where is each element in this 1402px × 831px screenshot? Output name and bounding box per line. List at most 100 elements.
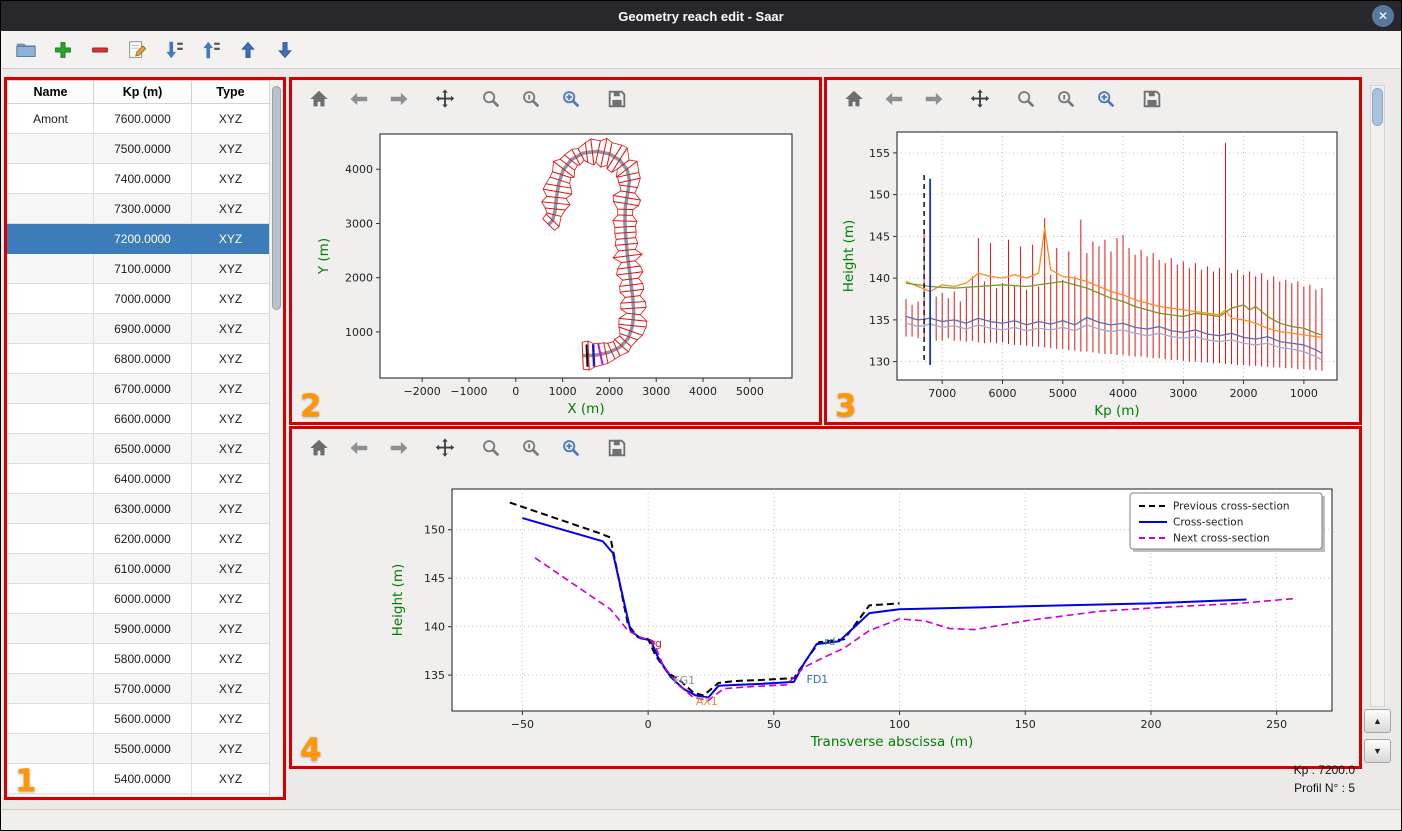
- column-header[interactable]: Type: [191, 80, 270, 104]
- table-cell[interactable]: XYZ: [191, 313, 270, 344]
- table-cell[interactable]: [7, 433, 94, 464]
- table-cell[interactable]: 5300.0000: [93, 793, 192, 797]
- table-cell[interactable]: 5900.0000: [93, 613, 192, 644]
- table-cell[interactable]: 7200.0000: [93, 223, 192, 254]
- remove-cross-section-button[interactable]: [87, 37, 113, 63]
- table-cell[interactable]: XYZ: [191, 433, 270, 464]
- home-button[interactable]: [306, 435, 332, 461]
- table-row[interactable]: 5700.0000 XYZ: [7, 673, 270, 704]
- table-cell[interactable]: XYZ: [191, 673, 270, 704]
- table-cell[interactable]: 7500.0000: [93, 133, 192, 164]
- longitudinal-profile-chart[interactable]: 7000 6000 5000 4000 3000 2000 1000 130 135 140 145…: [827, 118, 1359, 418]
- table-cell[interactable]: 7600.0000: [93, 103, 192, 134]
- table-cell[interactable]: [7, 463, 94, 494]
- pan-button[interactable]: [432, 435, 458, 461]
- table-cell[interactable]: 6300.0000: [93, 493, 192, 524]
- table-cell[interactable]: [7, 343, 94, 374]
- table-row[interactable]: 6300.0000 XYZ: [7, 493, 270, 524]
- back-button[interactable]: [346, 435, 372, 461]
- move-up-button[interactable]: [235, 37, 261, 63]
- table-cell[interactable]: [7, 163, 94, 194]
- save-button[interactable]: [604, 435, 630, 461]
- sort-ascending-button[interactable]: [161, 37, 187, 63]
- table-cell[interactable]: 7400.0000: [93, 163, 192, 194]
- table-row[interactable]: 6800.0000 XYZ: [7, 343, 270, 374]
- close-button[interactable]: ✕: [1372, 5, 1394, 27]
- pan-button[interactable]: [432, 86, 458, 112]
- table-cell[interactable]: [7, 253, 94, 284]
- table-cell[interactable]: [7, 373, 94, 404]
- zoom-original-button[interactable]: [518, 86, 544, 112]
- table-row[interactable]: 6900.0000 XYZ: [7, 313, 270, 344]
- forward-button[interactable]: [386, 435, 412, 461]
- table-cell[interactable]: 6500.0000: [93, 433, 192, 464]
- forward-button[interactable]: [921, 86, 947, 112]
- table-row[interactable]: 5800.0000 XYZ: [7, 643, 270, 674]
- table-row[interactable]: 5600.0000 XYZ: [7, 703, 270, 734]
- plan-view-chart[interactable]: −2000 −1000 0 1000 2000 3000 4000 5000 1000 2000 3…: [292, 118, 819, 418]
- forward-button[interactable]: [386, 86, 412, 112]
- table-cell[interactable]: 6400.0000: [93, 463, 192, 494]
- table-cell[interactable]: 5800.0000: [93, 643, 192, 674]
- table-cell[interactable]: XYZ: [191, 793, 270, 797]
- table-cell[interactable]: XYZ: [191, 253, 270, 284]
- table-row[interactable]: 7100.0000 XYZ: [7, 253, 270, 284]
- table-cell[interactable]: XYZ: [191, 733, 270, 764]
- table-cell[interactable]: XYZ: [191, 583, 270, 614]
- table-row[interactable]: 6200.0000 XYZ: [7, 523, 270, 554]
- back-button[interactable]: [346, 86, 372, 112]
- table-cell[interactable]: [7, 223, 94, 254]
- zoom-region-button[interactable]: [1093, 86, 1119, 112]
- table-row[interactable]: 7000.0000 XYZ: [7, 283, 270, 314]
- table-cell[interactable]: [7, 733, 94, 764]
- table-row[interactable]: 6600.0000 XYZ: [7, 403, 270, 434]
- table-row[interactable]: 7200.0000 XYZ: [7, 223, 270, 254]
- table-row[interactable]: 5900.0000 XYZ: [7, 613, 270, 644]
- table-cell[interactable]: [7, 523, 94, 554]
- table-cell[interactable]: [7, 313, 94, 344]
- table-cell[interactable]: [7, 283, 94, 314]
- profile-down-button[interactable]: ▼: [1364, 739, 1391, 763]
- zoom-original-button[interactable]: [1053, 86, 1079, 112]
- table-cell[interactable]: XYZ: [191, 223, 270, 254]
- table-row[interactable]: 6400.0000 XYZ: [7, 463, 270, 494]
- add-cross-section-button[interactable]: [50, 37, 76, 63]
- table-cell[interactable]: XYZ: [191, 133, 270, 164]
- vertical-scrollbar-thumb[interactable]: [1372, 88, 1383, 126]
- table-row[interactable]: 5400.0000 XYZ: [7, 763, 270, 794]
- table-cell[interactable]: 7100.0000: [93, 253, 192, 284]
- table-cell[interactable]: XYZ: [191, 553, 270, 584]
- table-scrollbar[interactable]: [269, 80, 283, 797]
- table-cell[interactable]: XYZ: [191, 523, 270, 554]
- table-row[interactable]: 6500.0000 XYZ: [7, 433, 270, 464]
- move-down-button[interactable]: [272, 37, 298, 63]
- home-button[interactable]: [841, 86, 867, 112]
- table-cell[interactable]: XYZ: [191, 103, 270, 134]
- save-button[interactable]: [1139, 86, 1165, 112]
- back-button[interactable]: [881, 86, 907, 112]
- column-header[interactable]: Kp (m): [93, 80, 192, 104]
- table-cell[interactable]: 6800.0000: [93, 343, 192, 374]
- edit-cross-section-button[interactable]: [124, 37, 150, 63]
- table-row[interactable]: 7300.0000 XYZ: [7, 193, 270, 224]
- table-cell[interactable]: XYZ: [191, 703, 270, 734]
- table-cell[interactable]: XYZ: [191, 283, 270, 314]
- home-button[interactable]: [306, 86, 332, 112]
- table-cell[interactable]: 6600.0000: [93, 403, 192, 434]
- table-cell[interactable]: [7, 133, 94, 164]
- table-cell[interactable]: [7, 403, 94, 434]
- table-row[interactable]: 6100.0000 XYZ: [7, 553, 270, 584]
- zoom-button[interactable]: [478, 435, 504, 461]
- title-bar[interactable]: Geometry reach edit - Saar ✕: [1, 1, 1401, 31]
- table-cell[interactable]: [7, 673, 94, 704]
- zoom-region-button[interactable]: [558, 86, 584, 112]
- table-scrollbar-thumb[interactable]: [272, 86, 281, 310]
- table-row[interactable]: 5300.0000XYZ: [7, 793, 270, 797]
- table-cell[interactable]: XYZ: [191, 643, 270, 674]
- table-row[interactable]: 6700.0000 XYZ: [7, 373, 270, 404]
- table-row[interactable]: 6000.0000 XYZ: [7, 583, 270, 614]
- table-row[interactable]: 7500.0000 XYZ: [7, 133, 270, 164]
- table-row[interactable]: Amont 7600.0000 XYZ: [7, 103, 270, 134]
- table-cell[interactable]: [7, 643, 94, 674]
- table-cell[interactable]: 6100.0000: [93, 553, 192, 584]
